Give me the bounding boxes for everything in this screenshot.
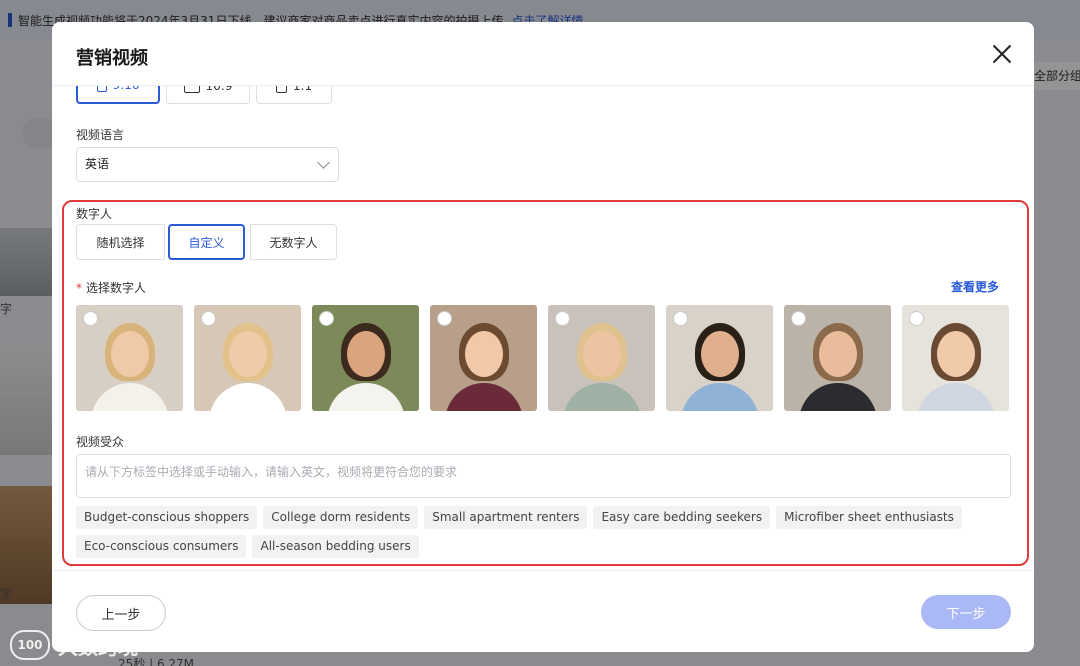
avatar-shirt [326,383,405,411]
avatar-option[interactable] [666,305,773,411]
avatar-option[interactable] [784,305,891,411]
radio-icon[interactable] [437,311,452,326]
avatar-option[interactable] [902,305,1009,411]
custom-button[interactable]: 自定义 [168,224,245,260]
avatar-shirt [90,383,169,411]
audience-tag[interactable]: Easy care bedding seekers [593,506,771,529]
audience-tag[interactable]: Budget-conscious shoppers [76,506,258,529]
avatar-shirt [562,383,641,411]
radio-icon[interactable] [201,311,216,326]
random-select-button[interactable]: 随机选择 [76,224,165,260]
avatar-face [464,331,503,377]
avatar-shirt [208,383,287,411]
avatar-option[interactable] [430,305,537,411]
select-avatar-text: 选择数字人 [86,281,147,295]
audience-tag[interactable]: Small apartment renters [424,506,588,529]
radio-icon[interactable] [673,311,688,326]
audience-tag[interactable]: Microfiber sheet enthusiasts [776,506,962,529]
audience-tags: Budget-conscious shoppers College dorm re… [76,506,976,558]
marketing-video-modal: 营销视频 9:16 16:9 1:1 视频语言 英语 数字人 随机选择 自定义 … [52,22,1034,652]
avatar-face [228,331,267,377]
avatar-face [700,331,739,377]
audience-input[interactable]: 请从下方标签中选择或手动输入，请输入英文，视频将更符合您的要求 [76,454,1011,498]
avatar-face [582,331,621,377]
avatar-face [936,331,975,377]
audience-tag[interactable]: All-season bedding users [252,535,419,558]
chevron-down-icon [317,156,330,169]
avatar-face [818,331,857,377]
audience-label: 视频受众 [76,435,125,449]
next-step-button[interactable]: 下一步 [921,595,1011,629]
no-digital-human-button[interactable]: 无数字人 [250,224,337,260]
avatar-option[interactable] [194,305,301,411]
avatar-shirt [680,383,759,411]
language-label: 视频语言 [76,128,125,142]
avatar-gallery [76,305,1009,411]
select-avatar-label: * 选择数字人 [76,279,146,296]
language-value: 英语 [85,157,110,171]
radio-icon[interactable] [83,311,98,326]
language-select[interactable]: 英语 [76,147,339,182]
avatar-option[interactable] [76,305,183,411]
close-icon[interactable] [992,44,1012,64]
modal-footer: 上一步 下一步 [52,570,1034,652]
avatar-shirt [444,383,523,411]
radio-icon[interactable] [909,311,924,326]
view-more-link[interactable]: 查看更多 [951,278,999,295]
digital-human-label: 数字人 [76,207,113,221]
avatar-option[interactable] [548,305,655,411]
modal-title: 营销视频 [76,48,148,69]
avatar-face [110,331,149,377]
avatar-option[interactable] [312,305,419,411]
required-asterisk: * [76,281,82,295]
prev-step-button[interactable]: 上一步 [76,595,166,631]
avatar-shirt [798,383,877,411]
avatar-shirt [916,383,995,411]
watermark-logo-icon: 100 [10,630,50,660]
avatar-face [346,331,385,377]
audience-tag[interactable]: Eco-conscious consumers [76,535,247,558]
audience-tag[interactable]: College dorm residents [263,506,419,529]
radio-icon[interactable] [555,311,570,326]
radio-icon[interactable] [791,311,806,326]
radio-icon[interactable] [319,311,334,326]
modal-header: 营销视频 [52,22,1034,86]
digital-human-options: 随机选择 自定义 无数字人 [76,224,337,260]
